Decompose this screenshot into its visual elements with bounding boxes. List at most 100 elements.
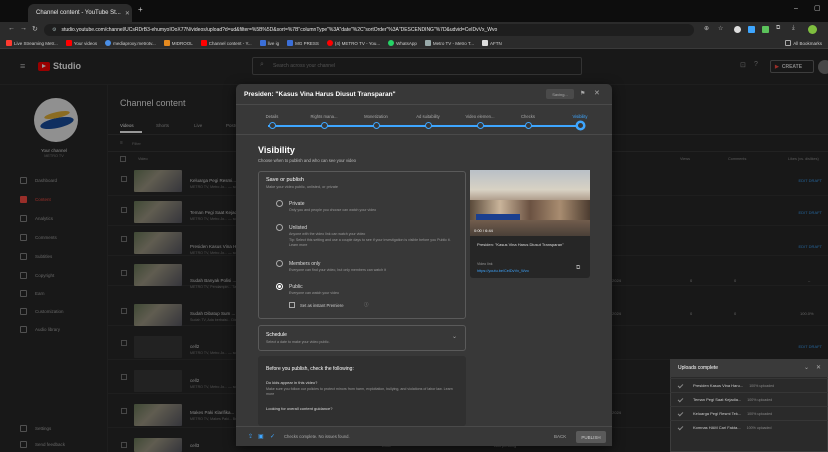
bookmark-item[interactable]: MIDROOL xyxy=(163,40,193,46)
checkmark-icon xyxy=(677,410,684,417)
back-icon[interactable]: ← xyxy=(8,25,15,32)
preview-link[interactable]: https://youtu.be/CeIDvVx_Wvo xyxy=(477,269,529,273)
bookmark-item[interactable]: (4) METRO TV - You... xyxy=(326,40,380,46)
checkmark-icon xyxy=(677,382,684,389)
bookmark-item[interactable]: Channel content - Y... xyxy=(200,40,252,46)
step-visibility[interactable]: Visibility xyxy=(550,114,610,119)
close-icon[interactable]: ✕ xyxy=(816,364,821,371)
radio-unlisted[interactable] xyxy=(276,224,283,231)
address-bar[interactable]: ⚙ studio.youtube.com/channel/UCsRDrB3-eh… xyxy=(44,24,694,36)
bookmark-item[interactable]: Live Streaming Metr... xyxy=(6,40,58,46)
bookmark-item[interactable]: live ig xyxy=(259,40,279,46)
feedback-icon[interactable]: ⚑ xyxy=(580,90,585,97)
url-text: studio.youtube.com/channel/UCsRDrB3-ehum… xyxy=(61,27,498,33)
radio-desc-private: Only you and people you choose can watch… xyxy=(289,208,377,212)
copy-link-icon[interactable]: ⧉ xyxy=(576,265,580,272)
new-tab-icon[interactable]: + xyxy=(138,5,143,14)
step-dot-current[interactable] xyxy=(576,122,584,129)
forward-icon[interactable]: → xyxy=(20,25,27,32)
extension-icon[interactable] xyxy=(734,26,741,33)
bookmark-favicon-icon xyxy=(6,40,12,46)
extension-green-icon[interactable] xyxy=(762,26,769,33)
extension-blue-icon[interactable] xyxy=(748,26,755,33)
save-or-publish-desc: Make your video public, unlisted, or pri… xyxy=(266,185,338,189)
radio-label-members-only: Members only xyxy=(289,261,321,267)
hd-icon: ▣ xyxy=(258,434,264,440)
checkmark-icon xyxy=(677,396,684,403)
tab-title: Channel content - YouTube St... xyxy=(36,10,121,16)
step-dot[interactable] xyxy=(476,122,484,129)
guidance-question: Looking for overall content guidance? xyxy=(266,406,333,411)
step-dot[interactable] xyxy=(524,122,532,129)
visibility-heading: Visibility xyxy=(258,145,295,155)
bookmark-favicon-icon xyxy=(200,40,207,46)
step-dot[interactable] xyxy=(372,122,380,129)
bookmark-favicon-icon xyxy=(424,40,431,46)
step-dot[interactable] xyxy=(268,122,276,129)
download-icon[interactable]: ⤓ xyxy=(792,25,795,32)
step-details[interactable]: Details xyxy=(242,114,302,119)
radio-desc-members-only: Everyone can find your video, but only m… xyxy=(289,268,386,272)
folder-icon xyxy=(785,40,792,46)
collapse-icon[interactable]: ⌄ xyxy=(804,364,809,371)
step-monetization[interactable]: Monetization xyxy=(346,114,406,119)
chevron-down-icon[interactable]: ⌄ xyxy=(452,333,457,340)
upload-item[interactable]: Teman Pegi Saat Kejadia... 100% uploaded xyxy=(670,392,828,406)
instant-premiere-checkbox[interactable] xyxy=(289,302,295,308)
before-publish-title: Before you publish, check the following: xyxy=(266,366,354,372)
browser-tab[interactable]: Channel content - YouTube St... ✕ xyxy=(28,4,132,22)
zoom-icon[interactable]: ⊕ xyxy=(704,25,709,32)
upload-item[interactable]: Komnas HAM Cari Fakta... 100% uploaded xyxy=(670,420,828,434)
radio-selected-dot xyxy=(278,285,281,288)
minimize-icon[interactable]: – xyxy=(794,5,798,12)
bookmark-favicon-icon xyxy=(326,40,333,46)
step-rights-management[interactable]: Rights mana... xyxy=(294,114,354,119)
check-circle-icon: ✓ xyxy=(270,434,276,440)
news-ticker xyxy=(476,214,520,220)
close-icon[interactable]: ✕ xyxy=(594,89,600,97)
back-button[interactable]: BACK xyxy=(554,434,566,439)
reload-icon[interactable]: ↻ xyxy=(32,25,38,33)
visibility-subheading: Choose when to publish and who can see y… xyxy=(258,158,357,163)
radio-desc-unlisted: Anyone with the video link can watch you… xyxy=(289,232,366,236)
step-checks[interactable]: Checks xyxy=(498,114,558,119)
bookmark-item[interactable]: MG PRESS xyxy=(287,40,319,46)
radio-label-private: Private xyxy=(289,201,305,207)
video-preview-player[interactable]: 0:00 / 6:44 xyxy=(470,170,590,236)
step-ad-suitability[interactable]: Ad suitability xyxy=(398,114,458,119)
publish-button[interactable]: PUBLISH xyxy=(576,431,606,443)
bookmark-favicon-icon xyxy=(287,40,294,46)
bookmark-item[interactable]: mediaproxy.metrotv... xyxy=(105,40,156,46)
tab-close-icon[interactable]: ✕ xyxy=(125,10,130,17)
bookmark-item[interactable]: Metro TV - Metro T... xyxy=(424,40,474,46)
site-info-icon[interactable]: ⚙ xyxy=(52,27,56,33)
info-icon[interactable]: ⓘ xyxy=(364,302,369,308)
upload-item[interactable]: Keluarga Pegi Resmi Tek... 100% uploaded xyxy=(670,406,828,420)
step-dot[interactable] xyxy=(320,122,328,129)
star-icon[interactable]: ☆ xyxy=(718,25,723,32)
bookmark-favicon-icon xyxy=(65,40,72,46)
bookmark-item[interactable]: AFTN xyxy=(481,40,502,46)
extensions-puzzle-icon[interactable]: ⧉ xyxy=(776,25,780,32)
step-dot[interactable] xyxy=(424,122,432,129)
profile-avatar[interactable] xyxy=(808,25,817,34)
radio-label-public: Public xyxy=(289,284,303,290)
bookmark-item[interactable]: WhatsApp xyxy=(388,40,417,46)
bookmark-favicon-icon xyxy=(163,40,170,46)
radio-private[interactable] xyxy=(276,200,283,207)
maximize-icon[interactable]: ▢ xyxy=(814,4,821,12)
upload-item[interactable]: Presiden Kasus Vina Haru... 100% uploaded xyxy=(670,378,828,392)
schedule-panel[interactable] xyxy=(258,325,466,351)
radio-desc-public: Everyone can watch your video xyxy=(289,291,339,295)
radio-members-only[interactable] xyxy=(276,260,283,267)
browser-toolbar: ← → ↻ ⚙ studio.youtube.com/channel/UCsRD… xyxy=(0,22,828,38)
unlisted-tip: Tip: Select this setting and use a coupl… xyxy=(289,238,451,247)
bookmark-favicon-icon xyxy=(259,40,266,46)
radio-label-unlisted: Unlisted xyxy=(289,225,308,231)
all-bookmarks[interactable]: All Bookmarks xyxy=(785,40,822,46)
uploads-header: Uploads complete ⌄ ✕ xyxy=(670,359,828,377)
kids-question-desc: Make sure you follow our policies to pro… xyxy=(266,387,453,396)
bookmark-item[interactable]: Your videos xyxy=(65,40,97,46)
instant-premiere-label: Set as instant Premiere xyxy=(300,303,344,308)
schedule-desc: Select a date to make your video public. xyxy=(266,340,330,344)
